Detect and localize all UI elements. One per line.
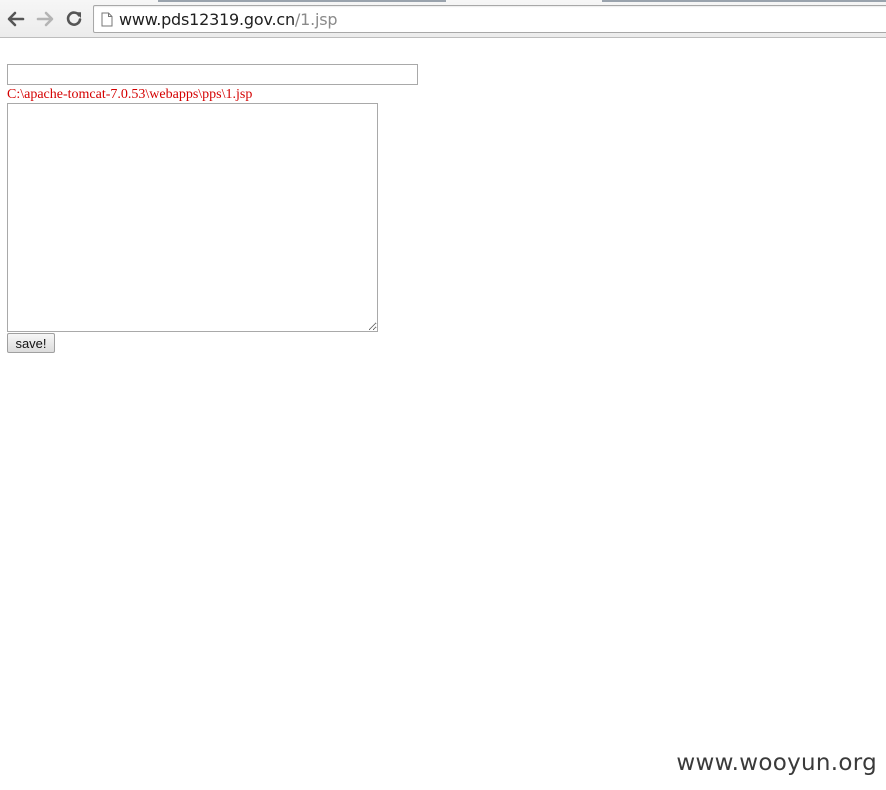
- browser-toolbar: www.pds12319.gov.cn/1.jsp: [0, 0, 886, 38]
- arrow-left-icon: [7, 11, 25, 27]
- tab-edge: [158, 0, 446, 2]
- url-host: www.pds12319.gov.cn: [119, 10, 295, 29]
- address-bar[interactable]: www.pds12319.gov.cn/1.jsp: [93, 5, 886, 33]
- path-input[interactable]: [7, 64, 418, 85]
- arrow-right-icon: [36, 11, 54, 27]
- watermark: www.wooyun.org: [676, 750, 877, 776]
- url-text: www.pds12319.gov.cn/1.jsp: [119, 10, 338, 30]
- page-content: C:\apache-tomcat-7.0.53\webapps\pps\1.js…: [0, 38, 886, 790]
- reload-button[interactable]: [63, 8, 85, 30]
- reload-icon: [66, 11, 82, 26]
- tab-edge: [602, 0, 886, 2]
- url-path: /1.jsp: [294, 10, 338, 29]
- back-button[interactable]: [5, 8, 27, 30]
- file-path-label: C:\apache-tomcat-7.0.53\webapps\pps\1.js…: [7, 87, 253, 102]
- file-content-textarea[interactable]: [7, 103, 378, 332]
- forward-button[interactable]: [34, 8, 56, 30]
- document-icon: [101, 12, 113, 27]
- save-button[interactable]: save!: [7, 333, 55, 353]
